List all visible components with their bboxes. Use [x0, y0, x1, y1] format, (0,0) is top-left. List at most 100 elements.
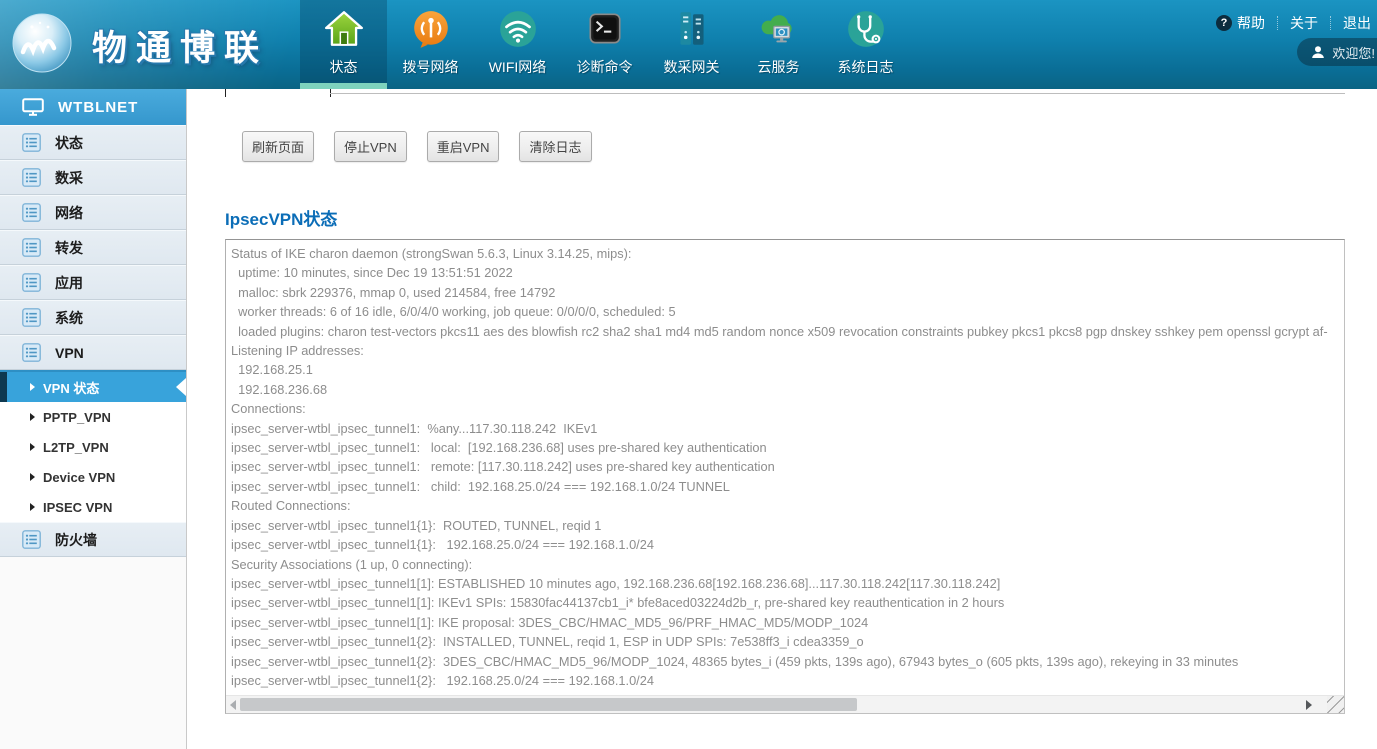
scroll-right-arrow-icon[interactable] — [1306, 700, 1312, 710]
scroll-left-arrow-icon[interactable] — [230, 700, 236, 710]
wifi-icon — [497, 8, 539, 50]
nav-tab-label: 诊断命令 — [577, 57, 633, 77]
submenu-item-label: Device VPN — [43, 470, 115, 485]
welcome-badge: 欢迎您! — [1297, 38, 1377, 66]
log-line: 192.168.25.1 — [231, 360, 1339, 379]
list-icon — [22, 203, 41, 222]
active-arrow-notch — [176, 378, 186, 396]
nav-tab-data-gateway[interactable]: 数采网关 — [648, 0, 735, 89]
monitor-icon — [22, 98, 44, 116]
log-line: ipsec_server-wtbl_ipsec_tunnel1[1]: IKEv… — [231, 593, 1339, 612]
submenu-item-pptp-vpn[interactable]: PPTP_VPN — [0, 402, 186, 432]
top-nav: 状态 拨号网络 — [300, 0, 909, 89]
nav-tab-system-log[interactable]: 系统日志 — [822, 0, 909, 89]
nav-tab-cloud-service[interactable]: 云服务 — [735, 0, 822, 89]
log-line: ipsec_server-wtbl_ipsec_tunnel1: child: … — [231, 477, 1339, 496]
clear-log-button[interactable]: 清除日志 — [519, 131, 591, 162]
restart-vpn-button[interactable]: 重启VPN — [427, 131, 500, 162]
sidebar-item-label: 防火墙 — [55, 530, 97, 550]
sidebar-item-vpn[interactable]: VPN — [0, 335, 186, 370]
action-button-row: 刷新页面 停止VPN 重启VPN 清除日志 — [242, 131, 1377, 162]
ipsec-status-title: IpsecVPN状态 — [225, 205, 1377, 230]
gateway-icon — [671, 8, 713, 50]
nav-tab-status[interactable]: 状态 — [300, 0, 387, 89]
tab-edge-tick — [225, 89, 226, 97]
sidebar-item-forwarding[interactable]: 转发 — [0, 230, 186, 265]
nav-tab-label: WIFI网络 — [489, 57, 547, 77]
resize-grip[interactable] — [1327, 696, 1344, 713]
log-line: Status of IKE charon daemon (strongSwan … — [231, 244, 1339, 263]
log-line: malloc: sbrk 229376, mmap 0, used 214584… — [231, 283, 1339, 302]
log-line: ipsec_server-wtbl_ipsec_tunnel1{2}: 3DES… — [231, 652, 1339, 671]
home-icon — [323, 8, 365, 50]
content-tab-strip — [225, 89, 1345, 98]
ipsec-status-textarea[interactable]: Status of IKE charon daemon (strongSwan … — [225, 239, 1345, 714]
scrollbar-thumb[interactable] — [240, 698, 857, 711]
logout-label: 退出 — [1343, 13, 1371, 33]
brand-name: 物通博联 — [92, 20, 268, 71]
sidebar-item-status[interactable]: 状态 — [0, 125, 186, 160]
list-icon — [22, 168, 41, 187]
log-line: 192.168.236.68 — [231, 380, 1339, 399]
submenu-item-vpn-status[interactable]: VPN 状态 — [0, 370, 186, 402]
header-links: ? 帮助 关于 退出 — [1216, 13, 1371, 33]
list-icon — [22, 133, 41, 152]
user-icon — [1311, 45, 1325, 59]
help-link[interactable]: ? 帮助 — [1216, 13, 1265, 33]
question-icon: ? — [1216, 15, 1232, 31]
stethoscope-icon — [845, 8, 887, 50]
sidebar-item-application[interactable]: 应用 — [0, 265, 186, 300]
cloud-icon — [758, 8, 800, 50]
sidebar-item-label: 网络 — [55, 203, 83, 223]
help-label: 帮助 — [1237, 13, 1265, 33]
list-icon — [22, 238, 41, 257]
log-line: loaded plugins: charon test-vectors pkcs… — [231, 322, 1339, 341]
nav-tab-wifi[interactable]: WIFI网络 — [474, 0, 561, 89]
caret-right-icon — [30, 443, 35, 451]
logout-link[interactable]: 退出 — [1343, 13, 1371, 33]
list-icon — [22, 343, 41, 362]
welcome-text: 欢迎您! — [1332, 43, 1375, 62]
sidebar-item-system[interactable]: 系统 — [0, 300, 186, 335]
nav-tab-diagnostic[interactable]: 诊断命令 — [561, 0, 648, 89]
submenu-item-device-vpn[interactable]: Device VPN — [0, 462, 186, 492]
sidebar-item-label: 状态 — [55, 133, 83, 153]
sidebar-item-network[interactable]: 网络 — [0, 195, 186, 230]
sidebar-item-data-collect[interactable]: 数采 — [0, 160, 186, 195]
about-label: 关于 — [1290, 13, 1318, 33]
link-divider — [1330, 16, 1331, 30]
nav-tab-label: 云服务 — [758, 57, 800, 77]
about-link[interactable]: 关于 — [1290, 13, 1318, 33]
log-line: uptime: 10 minutes, since Dec 19 13:51:5… — [231, 263, 1339, 282]
refresh-page-button[interactable]: 刷新页面 — [242, 131, 314, 162]
log-line: ipsec_server-wtbl_ipsec_tunnel1[1]: IKE … — [231, 613, 1339, 632]
sidebar-item-label: 转发 — [55, 238, 83, 258]
caret-right-icon — [30, 413, 35, 421]
log-line: ipsec_server-wtbl_ipsec_tunnel1: %any...… — [231, 419, 1339, 438]
sidebar-header: WTBLNET — [0, 89, 186, 125]
ipsec-log-title: IpsecVPN日志 — [225, 744, 1377, 749]
nav-tab-label: 拨号网络 — [403, 57, 459, 77]
brand-logo: 物通博联 — [10, 11, 268, 80]
sidebar-item-firewall[interactable]: 防火墙 — [0, 522, 186, 557]
log-line: worker threads: 6 of 16 idle, 6/0/4/0 wo… — [231, 302, 1339, 321]
horizontal-scrollbar[interactable] — [226, 695, 1344, 713]
log-line: ipsec_server-wtbl_ipsec_tunnel1{2}: 192.… — [231, 671, 1339, 690]
log-line: ipsec_server-wtbl_ipsec_tunnel1{1}: 192.… — [231, 535, 1339, 554]
log-line: ipsec_server-wtbl_ipsec_tunnel1[1]: ESTA… — [231, 574, 1339, 593]
log-line: Security Associations (1 up, 0 connectin… — [231, 555, 1339, 574]
nav-tab-label: 系统日志 — [838, 57, 894, 77]
sidebar-item-label: VPN — [55, 345, 84, 361]
nav-tab-dial-network[interactable]: 拨号网络 — [387, 0, 474, 89]
sidebar-item-label: 应用 — [55, 273, 83, 293]
submenu-item-label: L2TP_VPN — [43, 440, 109, 455]
submenu-item-ipsec-vpn[interactable]: IPSEC VPN — [0, 492, 186, 522]
log-line: ipsec_server-wtbl_ipsec_tunnel1: remote:… — [231, 457, 1339, 476]
top-header: 物通博联 状态 — [0, 0, 1377, 90]
page: 物通博联 状态 — [0, 0, 1377, 749]
log-line: ipsec_server-wtbl_ipsec_tunnel1{2}: INST… — [231, 632, 1339, 651]
submenu-item-l2tp-vpn[interactable]: L2TP_VPN — [0, 432, 186, 462]
nav-tab-label: 状态 — [330, 57, 358, 77]
stop-vpn-button[interactable]: 停止VPN — [334, 131, 407, 162]
caret-right-icon — [30, 383, 35, 391]
